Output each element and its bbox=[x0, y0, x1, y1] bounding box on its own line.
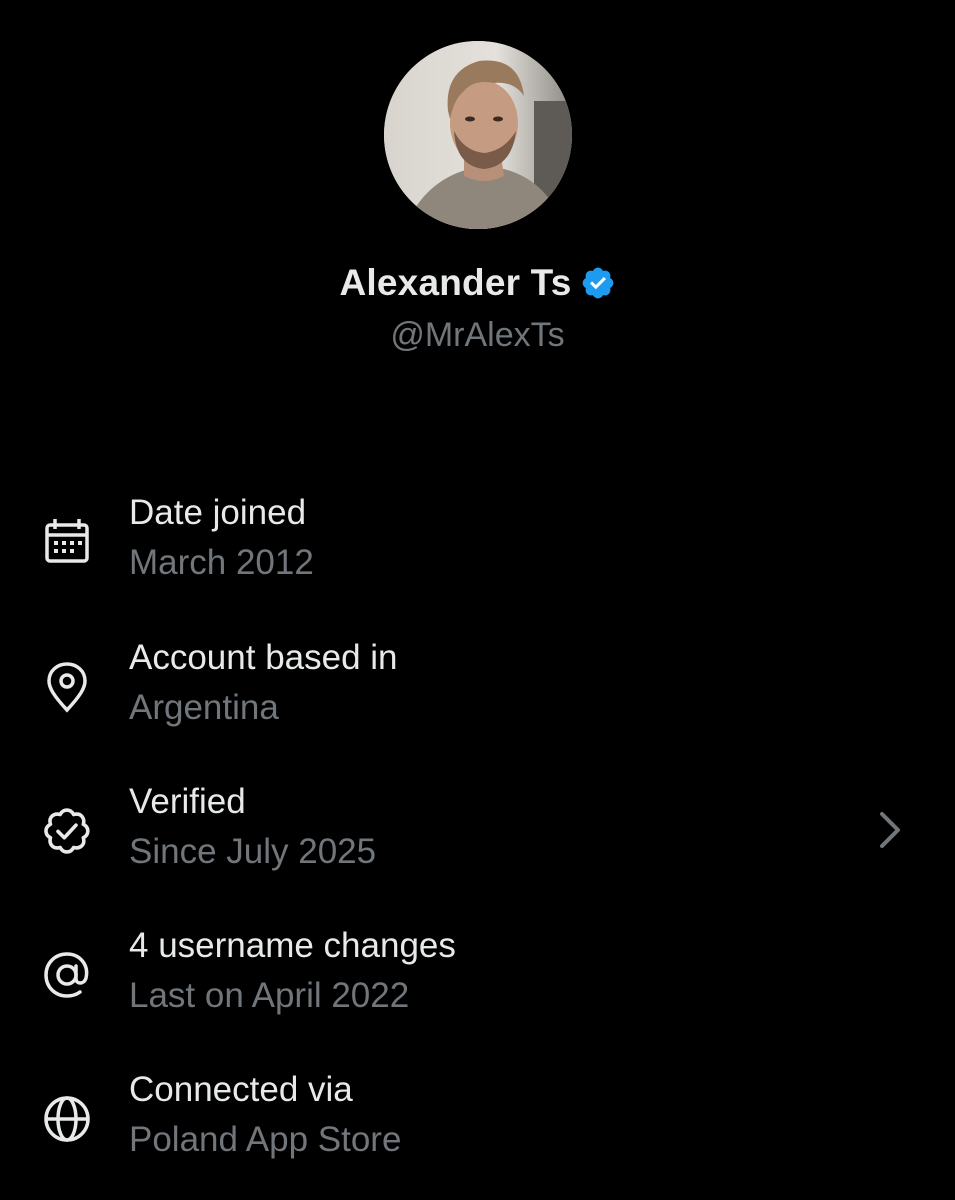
info-title: Verified bbox=[129, 782, 246, 821]
info-value: March 2012 bbox=[129, 543, 314, 582]
info-title: Account based in bbox=[129, 638, 398, 677]
info-row-date-joined: Date joined March 2012 bbox=[0, 493, 955, 617]
username-handle: @MrAlexTs bbox=[390, 316, 565, 354]
at-sign-icon bbox=[40, 948, 94, 1002]
chevron-right-icon[interactable] bbox=[870, 806, 910, 854]
display-name: Alexander Ts bbox=[339, 262, 572, 303]
info-value: Argentina bbox=[129, 688, 279, 727]
calendar-icon bbox=[40, 515, 94, 569]
info-value: Since July 2025 bbox=[129, 832, 377, 871]
globe-icon bbox=[40, 1092, 94, 1146]
info-title: 4 username changes bbox=[129, 926, 456, 965]
info-row-connected-via: Connected via Poland App Store bbox=[0, 1070, 955, 1194]
verified-badge-icon bbox=[40, 804, 94, 858]
info-title: Date joined bbox=[129, 493, 307, 532]
profile-avatar[interactable] bbox=[384, 41, 572, 229]
verified-badge-icon[interactable] bbox=[580, 265, 616, 301]
info-value: Poland App Store bbox=[129, 1120, 402, 1159]
info-row-account-based-in: Account based in Argentina bbox=[0, 638, 955, 762]
info-row-verified[interactable]: Verified Since July 2025 bbox=[0, 782, 955, 906]
profile-name-row: Alexander Ts bbox=[0, 262, 955, 304]
info-row-username-changes: 4 username changes Last on April 2022 bbox=[0, 926, 955, 1050]
location-pin-icon bbox=[40, 660, 94, 714]
info-value: Last on April 2022 bbox=[129, 976, 410, 1015]
info-title: Connected via bbox=[129, 1070, 353, 1109]
